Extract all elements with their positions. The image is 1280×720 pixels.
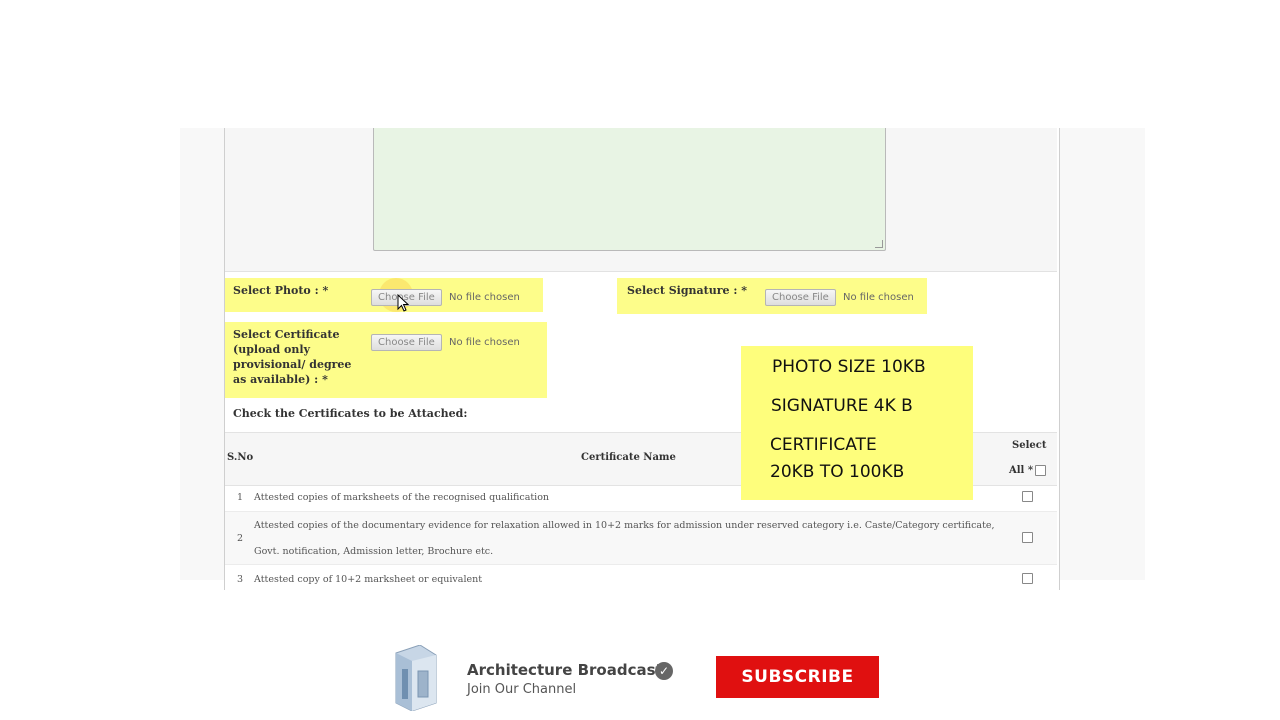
note-signature-size: SIGNATURE 4K B	[771, 396, 913, 416]
row-checkbox[interactable]	[1022, 532, 1033, 543]
signature-choose-file-button[interactable]: Choose File	[765, 289, 836, 306]
photo-label: Select Photo : *	[233, 284, 329, 297]
resize-grip-icon[interactable]	[875, 240, 883, 248]
size-note-box: PHOTO SIZE 10KB SIGNATURE 4K B CERTIFICA…	[741, 346, 973, 500]
note-photo-size: PHOTO SIZE 10KB	[772, 357, 926, 377]
row-sno: 1	[237, 492, 244, 503]
subscribe-button[interactable]: SUBSCRIBE	[716, 656, 879, 698]
table-row: 3 Attested copy of 10+2 marksheet or equ…	[225, 565, 1057, 590]
col-name-header: Certificate Name	[581, 452, 676, 463]
signature-label: Select Signature : *	[627, 284, 748, 297]
col-sno-header: S.No	[227, 452, 254, 463]
col-select-all-label: All *	[1009, 465, 1034, 476]
row-checkbox[interactable]	[1022, 573, 1033, 584]
col-select-header: Select	[1012, 440, 1047, 451]
row-certificate-name: Attested copy of 10+2 marksheet or equiv…	[254, 574, 483, 585]
row-certificate-name-cont: Govt. notification, Admission letter, Br…	[254, 546, 494, 557]
select-all-checkbox[interactable]	[1035, 465, 1046, 476]
note-certificate-label: CERTIFICATE	[770, 435, 877, 455]
row-certificate-name: Attested copies of the documentary evide…	[254, 520, 995, 531]
channel-name: Architecture Broadcast	[467, 661, 663, 679]
verified-check-icon: ✓	[655, 662, 673, 680]
row-sno: 2	[237, 533, 244, 544]
channel-tagline: Join Our Channel	[467, 682, 577, 697]
channel-logo-icon	[395, 645, 437, 711]
certificate-label: Select Certificate (upload only provisio…	[233, 328, 352, 386]
row-sno: 3	[237, 574, 244, 585]
row-certificate-name: Attested copies of marksheets of the rec…	[254, 492, 550, 503]
mouse-cursor-icon	[397, 294, 409, 312]
row-checkbox[interactable]	[1022, 491, 1033, 502]
remarks-textarea[interactable]	[373, 128, 886, 251]
certificate-file-status: No file chosen	[449, 337, 520, 348]
signature-file-status: No file chosen	[843, 292, 914, 303]
table-row: 2 Attested copies of the documentary evi…	[225, 512, 1057, 565]
certificate-choose-file-button[interactable]: Choose File	[371, 334, 442, 351]
note-certificate-size: 20KB TO 100KB	[770, 462, 905, 482]
attach-heading: Check the Certificates to be Attached:	[233, 407, 468, 420]
photo-file-status: No file chosen	[449, 292, 520, 303]
